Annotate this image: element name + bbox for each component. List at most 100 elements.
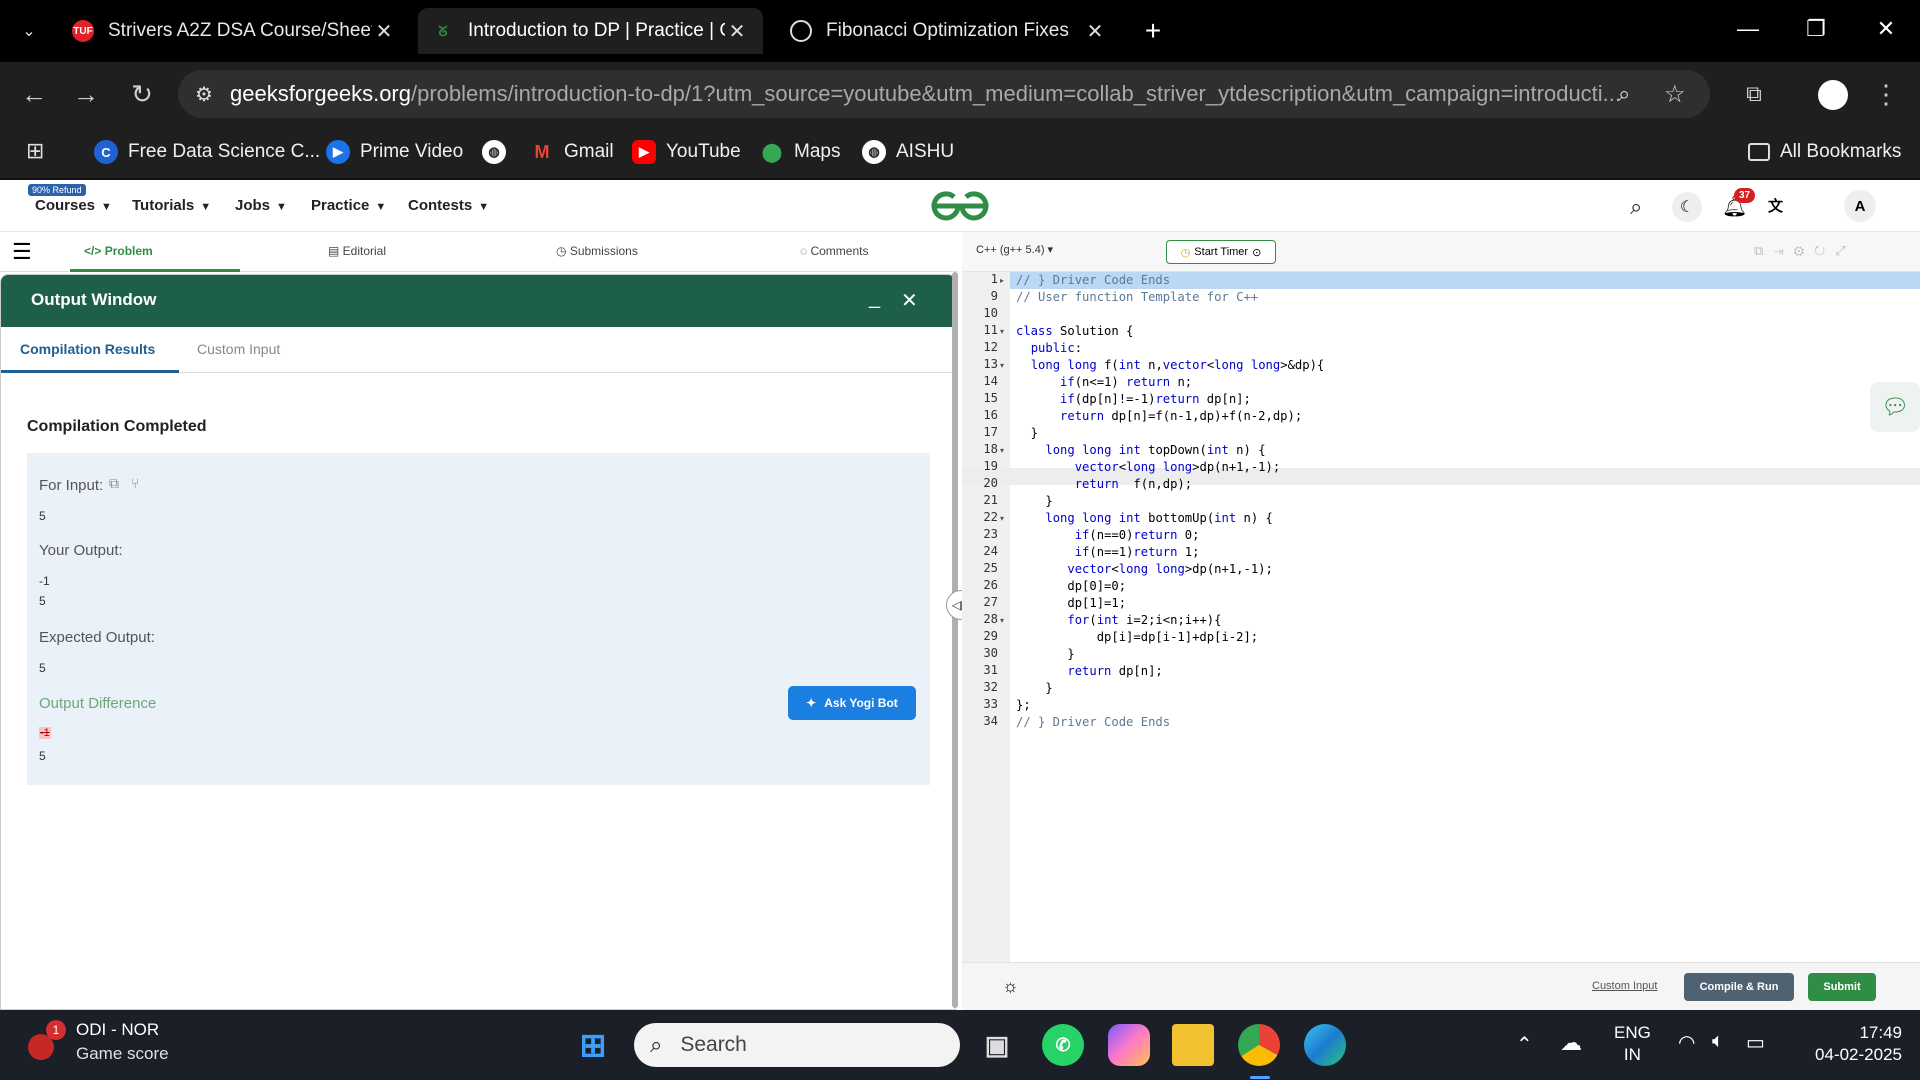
translate-icon[interactable]: 文 bbox=[1768, 195, 1783, 216]
bookmark-prime-video[interactable]: ▶ Prime Video bbox=[326, 138, 463, 166]
language-select[interactable]: C++ (g++ 5.4) ▾ bbox=[976, 243, 1053, 256]
copy-icon[interactable]: ⧉ bbox=[109, 475, 119, 492]
user-avatar[interactable]: A bbox=[1844, 190, 1876, 222]
code-line: long long int topDown(int n) { bbox=[1045, 443, 1266, 457]
menu-practice[interactable]: Practice ▼ bbox=[311, 197, 386, 214]
diff-removed-line: -1 bbox=[39, 727, 51, 739]
volume-icon[interactable]: 🔈︎ bbox=[1712, 1030, 1724, 1053]
taskbar-search[interactable]: ⌕ Search bbox=[634, 1023, 960, 1067]
start-icon[interactable]: ⊞ bbox=[572, 1024, 614, 1066]
tab-problem[interactable]: </> Problem bbox=[84, 244, 153, 258]
code-line: dp[i]=dp[i-1]+dp[i-2]; bbox=[1016, 630, 1259, 644]
fold-arrow-icon[interactable]: ▾ bbox=[1000, 327, 1004, 336]
code-line: // User function Template for C++ bbox=[1016, 290, 1259, 304]
line-number: 21 bbox=[983, 493, 998, 507]
bookmark-star-icon[interactable]: ☆ bbox=[1664, 80, 1686, 109]
clock[interactable]: 17:49 04-02-2025 bbox=[1796, 1022, 1902, 1066]
gfg-logo[interactable] bbox=[928, 188, 992, 224]
tab-strivers[interactable]: TUF Strivers A2Z DSA Course/Sheet ✕ bbox=[58, 8, 410, 54]
tab-compilation-results[interactable]: Compilation Results bbox=[20, 341, 155, 357]
menu-jobs[interactable]: Jobs ▼ bbox=[235, 197, 287, 214]
code-line: }; bbox=[1016, 698, 1031, 712]
chrome-icon[interactable] bbox=[1238, 1024, 1280, 1066]
code-line: dp[0]=0; bbox=[1016, 579, 1127, 593]
menu-contests[interactable]: Contests ▼ bbox=[408, 197, 489, 214]
tab-comments[interactable]: ◌ Comments bbox=[800, 244, 868, 258]
expected-output-label: Expected Output: bbox=[39, 629, 155, 646]
extensions-icon[interactable]: ⧉ bbox=[1736, 76, 1772, 112]
reload-icon[interactable]: ↻ bbox=[124, 76, 160, 112]
line-number: 34 bbox=[983, 714, 998, 728]
tab-editorial[interactable]: ▤ Editorial bbox=[328, 244, 386, 258]
fold-arrow-icon[interactable]: ▾ bbox=[1000, 616, 1004, 625]
onedrive-icon[interactable]: ☁ bbox=[1560, 1030, 1582, 1056]
file-explorer-icon[interactable] bbox=[1172, 1024, 1214, 1066]
profile-avatar[interactable] bbox=[1818, 80, 1848, 110]
code-line: return dp[n]=f(n-1,dp)+f(n-2,dp); bbox=[1060, 409, 1303, 423]
close-tab-icon[interactable]: ✕ bbox=[372, 19, 396, 44]
line-number: 26 bbox=[983, 578, 998, 592]
fold-arrow-icon[interactable]: ▾ bbox=[1000, 514, 1004, 523]
apps-grid-icon[interactable]: ⊞ bbox=[26, 139, 50, 163]
back-icon[interactable]: ← bbox=[16, 76, 52, 112]
all-bookmarks[interactable]: All Bookmarks bbox=[1748, 138, 1901, 166]
chevron-up-icon[interactable]: ⌃ bbox=[1516, 1032, 1533, 1057]
close-tab-icon[interactable]: ✕ bbox=[1083, 19, 1107, 44]
fold-arrow-icon[interactable]: ▾ bbox=[1000, 361, 1004, 370]
dark-mode-icon[interactable]: ☾ bbox=[1672, 192, 1702, 222]
battery-icon[interactable]: ▭ bbox=[1746, 1030, 1765, 1055]
wifi-icon[interactable]: ◠ bbox=[1678, 1030, 1695, 1055]
menu-tutorials[interactable]: Tutorials ▼ bbox=[132, 197, 211, 214]
submit-button[interactable]: Submit bbox=[1808, 973, 1876, 1001]
restore-icon[interactable]: ❐ bbox=[1788, 0, 1844, 58]
task-view-icon[interactable]: ▣ bbox=[976, 1024, 1018, 1066]
tab-submissions[interactable]: ◷ Submissions bbox=[556, 244, 638, 258]
minimize-icon[interactable]: — bbox=[1720, 0, 1776, 58]
bookmark-globe[interactable]: ◍ bbox=[482, 138, 516, 166]
edge-icon[interactable] bbox=[1304, 1024, 1346, 1066]
close-output-icon[interactable]: ✕ bbox=[901, 288, 918, 313]
search-icon[interactable]: ⌕ bbox=[1630, 194, 1642, 220]
editor-tools-icons[interactable]: ⧉⇥⚙↻⤢ bbox=[1754, 243, 1856, 259]
bookmark-free-data-science[interactable]: C Free Data Science C... bbox=[94, 138, 320, 166]
tab-introduction-to-dp[interactable]: ᘜ Introduction to DP | Practice | G ✕ bbox=[418, 8, 763, 54]
line-number: 11 bbox=[983, 323, 998, 337]
fold-arrow-icon[interactable]: ▸ bbox=[1000, 276, 1004, 285]
line-number: 27 bbox=[983, 595, 998, 609]
menu-courses[interactable]: Courses ▼ bbox=[35, 197, 112, 214]
ask-yogi-bot-button[interactable]: ✦ Ask Yogi Bot bbox=[788, 686, 916, 720]
bookmark-maps[interactable]: ⬤ Maps bbox=[760, 138, 841, 166]
diff-value: 5 bbox=[39, 749, 46, 763]
close-tab-icon[interactable]: ✕ bbox=[725, 19, 749, 44]
copilot-icon[interactable] bbox=[1108, 1024, 1150, 1066]
compilation-status: Compilation Completed bbox=[27, 418, 207, 435]
language-indicator[interactable]: ENG IN bbox=[1614, 1022, 1651, 1066]
hamburger-icon[interactable]: ☰ bbox=[12, 241, 32, 263]
custom-input-link[interactable]: Custom Input bbox=[1592, 980, 1657, 992]
start-timer-button[interactable]: ◷ Start Timer ⊙ bbox=[1166, 240, 1276, 264]
tab-search-icon[interactable]: ⌄ bbox=[14, 16, 44, 46]
new-tab-icon[interactable]: + bbox=[1136, 14, 1170, 48]
minimize-output-icon[interactable]: _ bbox=[869, 287, 880, 310]
bookmark-aishu[interactable]: ◍ AISHU bbox=[862, 138, 954, 166]
lightbulb-icon[interactable]: ☼ bbox=[1002, 976, 1019, 997]
zoom-icon[interactable]: ⌕ bbox=[1618, 81, 1630, 107]
bookmark-gmail[interactable]: M Gmail bbox=[530, 138, 614, 166]
branch-icon[interactable]: ⑂ bbox=[131, 475, 139, 491]
compile-run-button[interactable]: Compile & Run bbox=[1684, 973, 1794, 1001]
close-window-icon[interactable]: ✕ bbox=[1858, 0, 1914, 58]
forward-icon[interactable]: → bbox=[68, 76, 104, 112]
site-info-icon[interactable]: ⚙ bbox=[178, 82, 230, 107]
tab-fibonacci[interactable]: Fibonacci Optimization Fixes ✕ bbox=[776, 8, 1121, 54]
chat-fab[interactable]: 💬︎ bbox=[1870, 382, 1920, 432]
bookmark-youtube[interactable]: ▶ YouTube bbox=[632, 138, 741, 166]
panel-scrollbar[interactable] bbox=[952, 272, 958, 1008]
address-bar[interactable]: ⚙ geeksforgeeks.org/problems/introductio… bbox=[178, 70, 1710, 118]
line-number: 16 bbox=[983, 408, 998, 422]
tab-custom-input[interactable]: Custom Input bbox=[197, 341, 280, 357]
line-number: 33 bbox=[983, 697, 998, 711]
menu-kebab-icon[interactable]: ⋮ bbox=[1868, 76, 1904, 112]
whatsapp-icon[interactable]: ✆ bbox=[1042, 1024, 1084, 1066]
fold-arrow-icon[interactable]: ▾ bbox=[1000, 446, 1004, 455]
news-widget[interactable]: 1 ODI - NOR Game score bbox=[24, 1018, 204, 1072]
